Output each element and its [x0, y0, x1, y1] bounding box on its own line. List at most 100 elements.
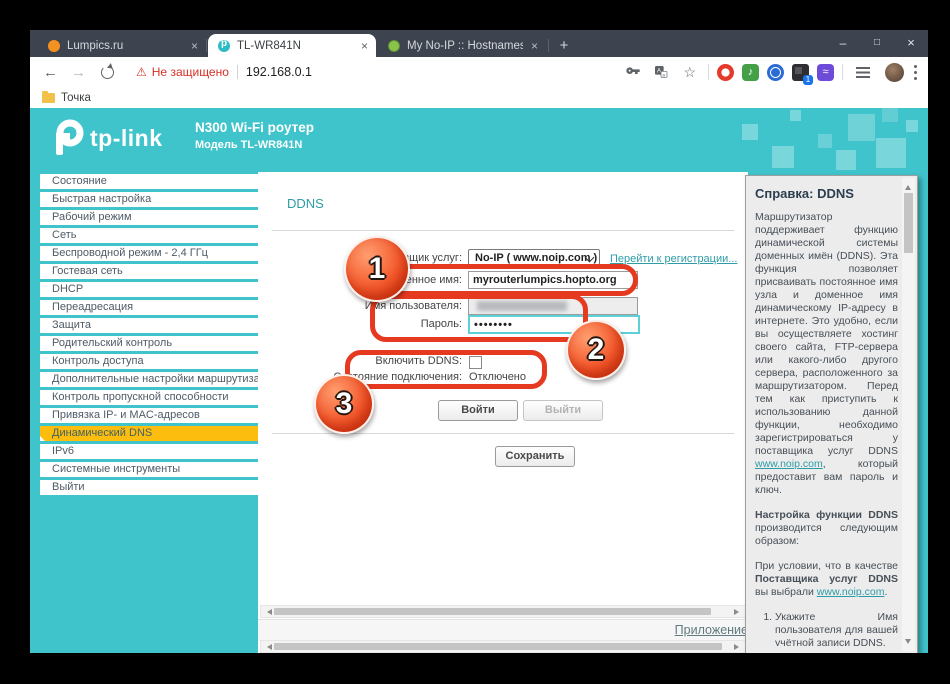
sidebar-item-parental-control[interactable]: Родительский контроль: [40, 336, 258, 351]
bookmark-star-icon[interactable]: ☆: [683, 64, 696, 81]
save-button[interactable]: Сохранить: [495, 446, 575, 467]
scroll-left-arrow-icon[interactable]: [264, 644, 272, 650]
scroll-left-arrow-icon[interactable]: [264, 609, 272, 615]
extension-music-icon[interactable]: ♪: [742, 64, 759, 81]
scroll-up-arrow-icon[interactable]: [905, 182, 911, 190]
reload-icon[interactable]: [101, 66, 114, 79]
extension-cube-icon[interactable]: 1: [792, 64, 809, 81]
sidebar-item-dynamic-dns[interactable]: Динамический DNS: [40, 426, 258, 441]
extension-red-circle-icon[interactable]: [717, 64, 734, 81]
sidebar-item-network[interactable]: Сеть: [40, 228, 258, 243]
extension-badge: 1: [803, 75, 813, 85]
scrollbar-thumb[interactable]: [904, 193, 913, 253]
new-tab-button[interactable]: +: [554, 36, 574, 56]
sidebar-item-logout[interactable]: Выйти: [40, 480, 258, 495]
header-pixel-decoration: [818, 134, 832, 148]
sidebar-item-access-control[interactable]: Контроль доступа: [40, 354, 258, 369]
tab-label: My No-IP :: Hostnames: [407, 40, 523, 52]
back-icon[interactable]: ←: [43, 64, 58, 81]
tab-noip[interactable]: My No-IP :: Hostnames ×: [378, 34, 546, 57]
sidebar-item-forwarding[interactable]: Переадресация: [40, 300, 258, 315]
register-link[interactable]: Перейти к регистрации...: [610, 253, 737, 265]
tab-label: TL-WR841N: [237, 40, 353, 52]
sidebar-item-wireless[interactable]: Беспроводной режим - 2,4 ГГц: [40, 246, 258, 261]
extension-purple-icon[interactable]: ≈: [817, 64, 834, 81]
scrollbar-thumb[interactable]: [274, 643, 722, 650]
extension-globe-icon[interactable]: [767, 64, 784, 81]
sidebar-item-status[interactable]: Состояние: [40, 174, 258, 189]
profile-avatar[interactable]: [885, 63, 904, 82]
header-pixel-decoration: [906, 120, 918, 132]
sidebar-item-quick-setup[interactable]: Быстрая настройка: [40, 192, 258, 207]
sidebar-item-system-tools[interactable]: Системные инструменты: [40, 462, 258, 477]
brand-text: tp-link: [90, 125, 163, 152]
annotation-number: 3: [336, 387, 353, 421]
scroll-down-arrow-icon[interactable]: [905, 639, 911, 647]
page-horizontal-scrollbar[interactable]: [260, 640, 746, 653]
tab-router-active[interactable]: TL-WR841N ×: [208, 34, 376, 57]
tab-close-icon[interactable]: ×: [191, 39, 198, 53]
annotation-circle-3: 3: [314, 374, 374, 434]
window-close-button[interactable]: ×: [894, 30, 928, 57]
help-text: производится следующим образом:: [755, 522, 898, 547]
noip-favicon-icon: [388, 40, 400, 52]
scroll-right-arrow-icon[interactable]: [734, 644, 742, 650]
noip-link[interactable]: www.noip.com: [817, 586, 885, 598]
reading-list-icon[interactable]: [856, 67, 870, 78]
sidebar-item-bandwidth-control[interactable]: Контроль пропускной способности: [40, 390, 258, 405]
iframe-horizontal-scrollbar[interactable]: [260, 605, 746, 618]
help-paragraph: Маршрутизатор поддерживает функцию динам…: [755, 211, 898, 497]
tplink-favicon-icon: [218, 40, 230, 52]
help-paragraph: Настройка функции DDNS производится след…: [755, 509, 898, 548]
chrome-menu-icon[interactable]: [914, 64, 918, 80]
omnibox-separator: [237, 65, 238, 79]
tab-close-icon[interactable]: ×: [361, 39, 368, 53]
password-key-icon[interactable]: [625, 64, 641, 80]
browser-window: Lumpics.ru × TL-WR841N × My No-IP :: Hos…: [30, 30, 928, 653]
translate-icon[interactable]: Aa: [653, 64, 669, 80]
help-title: Справка: DDNS: [755, 186, 898, 201]
tab-close-icon[interactable]: ×: [531, 39, 538, 53]
sidebar-item-dhcp[interactable]: DHCP: [40, 282, 258, 297]
login-button[interactable]: Войти: [438, 400, 518, 421]
sidebar-item-operation-mode[interactable]: Рабочий режим: [40, 210, 258, 225]
router-page: tp-link N300 Wi-Fi роутер Модель TL-WR84…: [30, 108, 928, 653]
annotation-rect-domain: [372, 264, 638, 296]
toolbar-right-icons: Aa ☆ ♪ 1 ≈: [619, 63, 928, 82]
help-vertical-scrollbar[interactable]: [902, 178, 915, 651]
annotation-rect-credentials: [370, 294, 588, 342]
security-warning-label[interactable]: Не защищено: [152, 65, 229, 79]
tab-separator: [548, 39, 549, 52]
url-text[interactable]: 192.168.0.1: [246, 65, 312, 79]
provider-selected-value: No-IP ( www.noip.com ): [475, 252, 597, 264]
appendix-link[interactable]: Приложение: [675, 623, 748, 637]
logout-button: Выйти: [523, 400, 603, 421]
noip-link[interactable]: www.noip.com: [755, 458, 823, 470]
help-text: вы выбрали: [755, 586, 817, 598]
tab-label: Lumpics.ru: [67, 40, 183, 52]
sidebar-item-ipv6[interactable]: IPv6: [40, 444, 258, 459]
sidebar-item-ip-mac-binding[interactable]: Привязка IP- и MAC-адресов: [40, 408, 258, 423]
router-title: N300 Wi-Fi роутер: [195, 120, 314, 135]
tab-lumpics[interactable]: Lumpics.ru ×: [38, 34, 206, 57]
annotation-rect-enable: [345, 350, 547, 389]
scroll-right-arrow-icon[interactable]: [734, 609, 742, 615]
sidebar-item-guest-network[interactable]: Гостевая сеть: [40, 264, 258, 279]
annotation-circle-1: 1: [344, 236, 410, 302]
help-panel: Справка: DDNS Маршрутизатор поддерживает…: [745, 175, 918, 653]
window-maximize-button[interactable]: □: [860, 30, 894, 57]
router-header: tp-link N300 Wi-Fi роутер Модель TL-WR84…: [30, 108, 928, 172]
router-model: Модель TL-WR841N: [195, 139, 302, 151]
window-minimize-button[interactable]: –: [826, 30, 860, 57]
header-pixel-decoration: [742, 124, 758, 140]
scrollbar-thumb[interactable]: [274, 608, 711, 615]
sidebar-item-security[interactable]: Защита: [40, 318, 258, 333]
browser-toolbar: ← → ⚠ Не защищено 192.168.0.1 Aa ☆ ♪ 1 ≈: [30, 57, 928, 88]
help-text-bold: Настройка функции DDNS: [755, 509, 898, 521]
help-text: Маршрутизатор поддерживает функцию динам…: [755, 211, 898, 457]
help-text: .: [884, 586, 887, 598]
forward-icon[interactable]: →: [71, 64, 86, 81]
bookmark-folder-label[interactable]: Точка: [61, 92, 91, 104]
warning-triangle-icon[interactable]: ⚠: [136, 65, 147, 79]
sidebar-item-advanced-routing[interactable]: Дополнительные настройки маршрутизации: [40, 372, 258, 387]
